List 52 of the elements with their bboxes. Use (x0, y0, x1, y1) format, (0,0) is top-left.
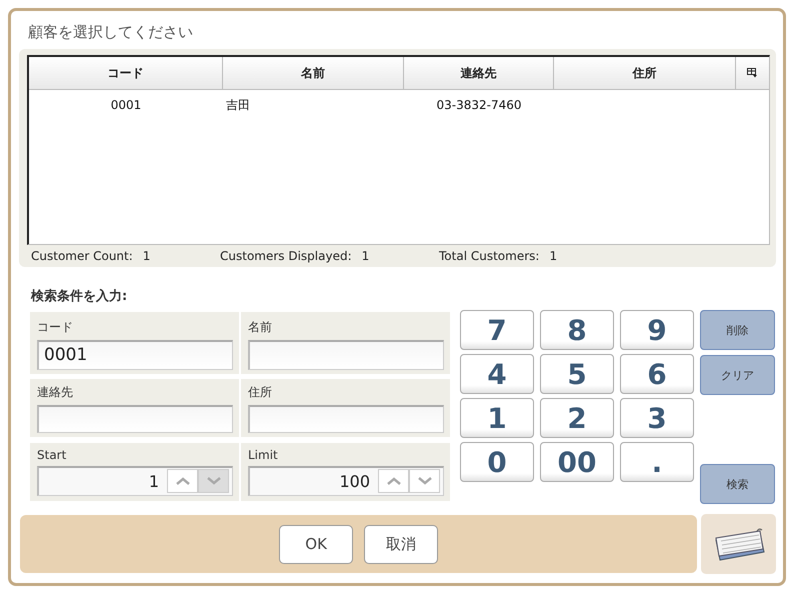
input-field[interactable] (37, 405, 233, 434)
dialog-button[interactable]: OK (279, 524, 354, 564)
field-label: Start (37, 448, 68, 462)
keypad-key[interactable]: 0 (460, 442, 534, 482)
decrement-button[interactable] (409, 469, 440, 494)
increment-button[interactable] (167, 469, 198, 494)
column-header[interactable]: 名前 (223, 57, 404, 89)
field-label: Limit (248, 448, 279, 462)
count-value: 1 (362, 249, 370, 263)
count-label: Total Customers: (439, 249, 540, 263)
table-cell-text: 0001 (110, 98, 142, 112)
chevron-down-icon (418, 477, 432, 486)
field-label: コード (37, 319, 74, 336)
keypad-key[interactable]: 9 (620, 310, 694, 350)
input-field[interactable] (248, 340, 444, 370)
table-cell-text: 03-3832-7460 (435, 98, 522, 112)
keypad-key[interactable]: 5 (540, 354, 614, 394)
action-button[interactable]: 検索 (700, 464, 775, 504)
table-cell-text: 吉田 (225, 96, 251, 114)
chevron-up-icon (386, 477, 400, 486)
input-field[interactable] (248, 405, 444, 434)
field-label: 名前 (248, 319, 273, 336)
column-header[interactable]: 住所 (554, 57, 736, 89)
dialog-title: 顧客を選択してください (27, 22, 194, 43)
count-label: Customers Displayed: (220, 249, 352, 263)
keypad-key[interactable]: 6 (620, 354, 694, 394)
column-header[interactable]: コード (29, 57, 223, 89)
columns-icon (747, 68, 758, 78)
keypad-key[interactable]: 1 (460, 398, 534, 438)
increment-button[interactable] (378, 469, 409, 494)
keypad-key[interactable]: 8 (540, 310, 614, 350)
table-row[interactable]: 0001 吉田 03-3832-7460 (29, 90, 769, 120)
keypad-key[interactable]: 3 (620, 398, 694, 438)
search-heading: 検索条件を入力: (30, 288, 128, 306)
keypad-key[interactable]: 00 (540, 442, 614, 482)
chevron-down-icon (206, 477, 220, 486)
action-button[interactable]: 削除 (700, 310, 775, 350)
keyboard-button[interactable] (701, 514, 776, 574)
field-label: 住所 (248, 384, 273, 402)
action-button[interactable]: クリア (700, 355, 775, 395)
keypad-key[interactable]: 7 (460, 310, 534, 350)
keypad-key[interactable]: 4 (460, 354, 534, 394)
dialog-button[interactable]: 取消 (364, 524, 438, 564)
count-label: Customer Count: (31, 249, 133, 263)
input-field[interactable]: 0001 (37, 340, 233, 370)
chevron-up-icon (176, 477, 190, 486)
count-value: 1 (549, 249, 558, 263)
count-value: 1 (142, 249, 150, 263)
keypad-key[interactable]: 2 (540, 398, 614, 438)
field-label: 連絡先 (37, 384, 74, 402)
keypad-key[interactable]: . (620, 442, 694, 482)
column-header[interactable]: 連絡先 (404, 57, 554, 89)
